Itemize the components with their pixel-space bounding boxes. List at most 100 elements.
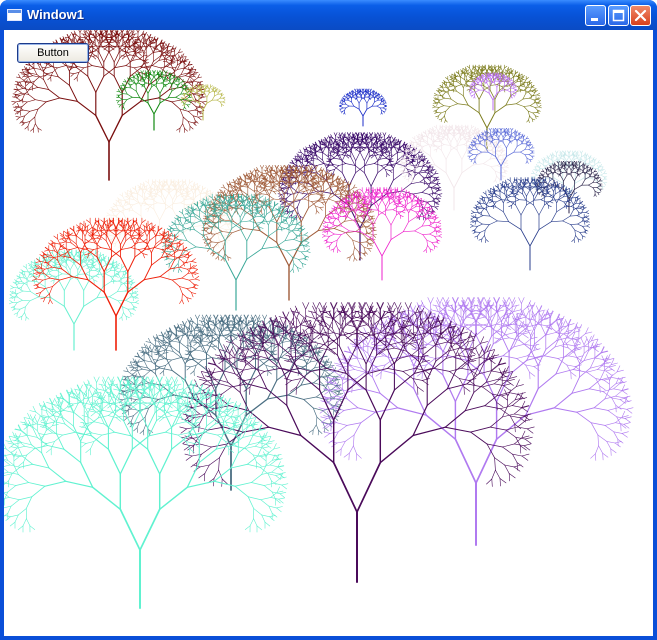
tree-branch	[506, 128, 509, 131]
client-area: Button	[4, 30, 653, 636]
window-icon	[7, 9, 22, 21]
tree-branch	[76, 100, 97, 116]
tree-branch	[113, 203, 117, 206]
close-button[interactable]	[630, 5, 651, 26]
tree-branch	[571, 156, 575, 162]
tree-branch	[379, 101, 382, 105]
tree-branch	[599, 164, 602, 168]
tree-branch	[436, 138, 442, 140]
tree-branch	[389, 170, 393, 173]
tree-branch	[384, 132, 387, 137]
tree-branch	[75, 34, 81, 38]
tree-branch	[172, 202, 181, 204]
tree-branch	[533, 174, 538, 178]
tree-branch	[190, 75, 195, 78]
tree-branch	[536, 94, 541, 97]
tree-branch	[219, 227, 226, 230]
tree-branch	[504, 128, 507, 131]
tree-branch	[411, 179, 413, 183]
tree-branch	[23, 75, 29, 78]
tree-branch	[122, 55, 126, 60]
tree-branch	[470, 142, 473, 145]
tree-branch	[216, 99, 221, 103]
tree-branch	[419, 212, 423, 217]
tree-branch	[436, 127, 439, 132]
tree-branch	[29, 108, 39, 112]
tree-branch	[450, 136, 455, 143]
tree-branch	[19, 120, 24, 124]
tree-branch	[33, 67, 42, 70]
tree-branch	[208, 86, 211, 90]
tree-branch	[114, 65, 127, 68]
tree-branch	[560, 157, 565, 161]
tree-branch	[217, 91, 220, 95]
tree-branch	[552, 155, 555, 159]
tree-branch	[528, 152, 533, 155]
tree-branch	[158, 70, 161, 74]
tree-branch	[499, 172, 505, 174]
maximize-button[interactable]	[608, 5, 629, 26]
tree-branch	[536, 92, 540, 96]
tree-branch	[524, 145, 528, 150]
tree-branch	[123, 99, 128, 104]
tree-branch	[19, 80, 25, 83]
tree-branch	[471, 125, 475, 129]
tree-branch	[17, 89, 23, 94]
tree-branch	[123, 106, 125, 110]
tree-branch	[443, 144, 451, 146]
tree-branch	[124, 89, 128, 95]
tree-branch	[513, 146, 518, 153]
tree-branch	[562, 150, 565, 154]
tree-branch	[122, 196, 126, 201]
tree-branch	[434, 106, 440, 108]
tree-branch	[432, 145, 436, 148]
tree-branch	[366, 98, 370, 104]
tree-branch	[211, 218, 220, 221]
tree-branch	[600, 180, 605, 184]
tree-branch	[168, 192, 173, 200]
tree-branch	[325, 164, 330, 166]
tree-branch	[123, 103, 125, 108]
tree-branch	[217, 233, 220, 241]
tree-branch	[464, 136, 469, 138]
minimize-button[interactable]	[585, 5, 606, 26]
tree-branch	[438, 193, 443, 195]
tree-branch	[554, 150, 558, 154]
tree-branch	[443, 136, 448, 141]
tree-branch	[450, 98, 459, 105]
tree-branch	[495, 179, 497, 183]
tree-branch	[445, 77, 449, 80]
tree-branch	[160, 66, 168, 69]
tree-branch	[190, 184, 194, 188]
tree-branch	[434, 131, 438, 134]
tree-branch	[374, 151, 381, 153]
tree-branch	[462, 68, 466, 71]
tree-branch	[156, 43, 161, 48]
tree-branch	[219, 224, 226, 228]
tree-branch	[215, 90, 218, 93]
tree-branch	[354, 147, 359, 149]
tree-branch	[390, 164, 395, 166]
tree-branch	[545, 163, 550, 166]
tree-branch	[327, 170, 331, 173]
tree-branch	[371, 101, 375, 107]
tree-branch	[386, 140, 389, 144]
tree-branch	[434, 92, 438, 96]
tree-branch	[165, 192, 170, 200]
tree-branch	[95, 75, 105, 93]
title-bar[interactable]: Window1	[0, 0, 657, 30]
tree-branch	[13, 107, 18, 111]
tree-branch	[471, 129, 475, 132]
tree-branch	[528, 115, 530, 121]
tree-branch	[408, 175, 412, 180]
tree-branch	[508, 68, 512, 71]
tree-branch	[517, 132, 520, 135]
tree-branch	[493, 128, 496, 131]
tree-branch	[461, 164, 474, 174]
tree-branch	[143, 82, 148, 85]
tree-branch	[155, 86, 161, 94]
tree-branch	[109, 214, 115, 216]
tree-branch	[357, 88, 360, 91]
tree-branch	[222, 101, 226, 104]
minimize-icon	[591, 18, 598, 21]
